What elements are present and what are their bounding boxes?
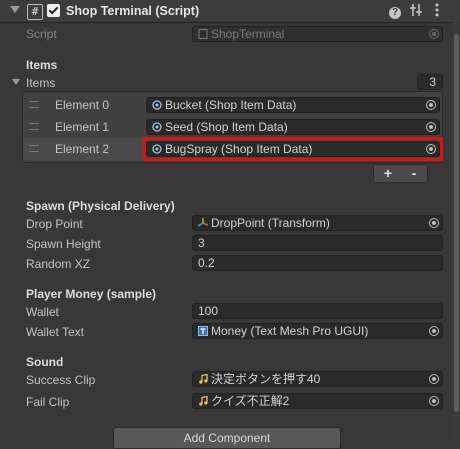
object-picker-icon[interactable] — [429, 374, 439, 384]
script-label: Script — [26, 27, 57, 41]
fold-arrow-icon[interactable] — [10, 6, 20, 13]
items-fold-arrow-icon[interactable] — [12, 79, 20, 85]
scriptable-object-icon — [152, 121, 162, 132]
help-icon[interactable]: ? — [387, 3, 403, 19]
items-section-header: Items — [26, 58, 58, 72]
drag-handle-icon[interactable] — [29, 101, 39, 108]
remove-element-button[interactable]: - — [401, 165, 427, 182]
highlight-box — [143, 137, 443, 161]
component-header: # Shop Terminal (Script) ? — [0, 0, 460, 23]
fail-clip-value: クイズ不正解2 — [211, 394, 290, 408]
element-0-field[interactable]: Bucket (Shop Item Data) — [146, 97, 440, 113]
element-1-field[interactable]: Seed (Shop Item Data) — [146, 119, 440, 135]
random-xz-label[interactable]: Random XZ — [26, 257, 90, 271]
object-picker-icon — [429, 29, 439, 39]
object-picker-icon[interactable] — [429, 326, 439, 336]
element-label: Element 0 — [55, 98, 110, 112]
audio-clip-icon — [198, 395, 208, 406]
items-count-field[interactable]: 3 — [417, 74, 443, 90]
component-title: Shop Terminal (Script) — [66, 4, 200, 18]
scriptable-object-icon — [152, 99, 162, 110]
script-file-icon — [198, 28, 208, 39]
drop-point-field[interactable]: DropPoint (Transform) — [192, 215, 443, 231]
drop-point-value: DropPoint (Transform) — [211, 216, 330, 230]
wallet-text-label: Wallet Text — [26, 325, 85, 339]
list-add-remove-buttons: + - — [373, 164, 428, 183]
wallet-text-field[interactable]: Money (Text Mesh Pro UGUI) — [192, 323, 443, 339]
random-xz-input[interactable]: 0.2 — [192, 255, 443, 271]
transform-icon — [197, 217, 209, 227]
script-hash-icon: # — [27, 4, 43, 20]
object-picker-icon[interactable] — [429, 218, 439, 228]
element-label: Element 2 — [55, 142, 110, 156]
drop-point-label: Drop Point — [26, 217, 83, 231]
wallet-text-value: Money (Text Mesh Pro UGUI) — [211, 324, 369, 338]
element-0-value: Bucket (Shop Item Data) — [165, 98, 297, 112]
element-label: Element 1 — [55, 120, 110, 134]
drag-handle-icon[interactable] — [29, 145, 39, 152]
object-picker-icon[interactable] — [429, 396, 439, 406]
audio-clip-icon — [198, 373, 208, 384]
wallet-input[interactable]: 100 — [192, 303, 443, 319]
sound-section-header: Sound — [26, 355, 64, 369]
fail-clip-label: Fail Clip — [26, 395, 70, 409]
spawn-height-label[interactable]: Spawn Height — [26, 237, 101, 251]
object-picker-icon[interactable] — [426, 100, 436, 110]
add-component-button[interactable]: Add Component — [113, 427, 341, 449]
script-field: ShopTerminal — [192, 26, 443, 42]
element-1-value: Seed (Shop Item Data) — [165, 120, 288, 134]
object-picker-icon[interactable] — [426, 122, 436, 132]
text-mesh-pro-icon — [198, 325, 208, 336]
scrollbar-thumb[interactable] — [454, 34, 459, 412]
items-list-label[interactable]: Items — [26, 76, 55, 90]
success-clip-label: Success Clip — [26, 373, 96, 387]
add-element-button[interactable]: + — [375, 165, 401, 182]
context-menu-icon[interactable] — [429, 3, 445, 19]
success-clip-field[interactable]: 決定ボタンを押す40 — [192, 371, 443, 387]
enabled-checkbox[interactable] — [47, 4, 60, 17]
script-value: ShopTerminal — [211, 27, 285, 41]
fail-clip-field[interactable]: クイズ不正解2 — [192, 393, 443, 409]
wallet-label[interactable]: Wallet — [26, 305, 59, 319]
money-section-header: Player Money (sample) — [26, 287, 157, 301]
success-clip-value: 決定ボタンを押す40 — [211, 372, 321, 386]
preset-icon[interactable] — [408, 3, 424, 19]
drag-handle-icon[interactable] — [29, 123, 39, 130]
spawn-section-header: Spawn (Physical Delivery) — [26, 199, 175, 213]
spawn-height-input[interactable]: 3 — [192, 235, 443, 251]
